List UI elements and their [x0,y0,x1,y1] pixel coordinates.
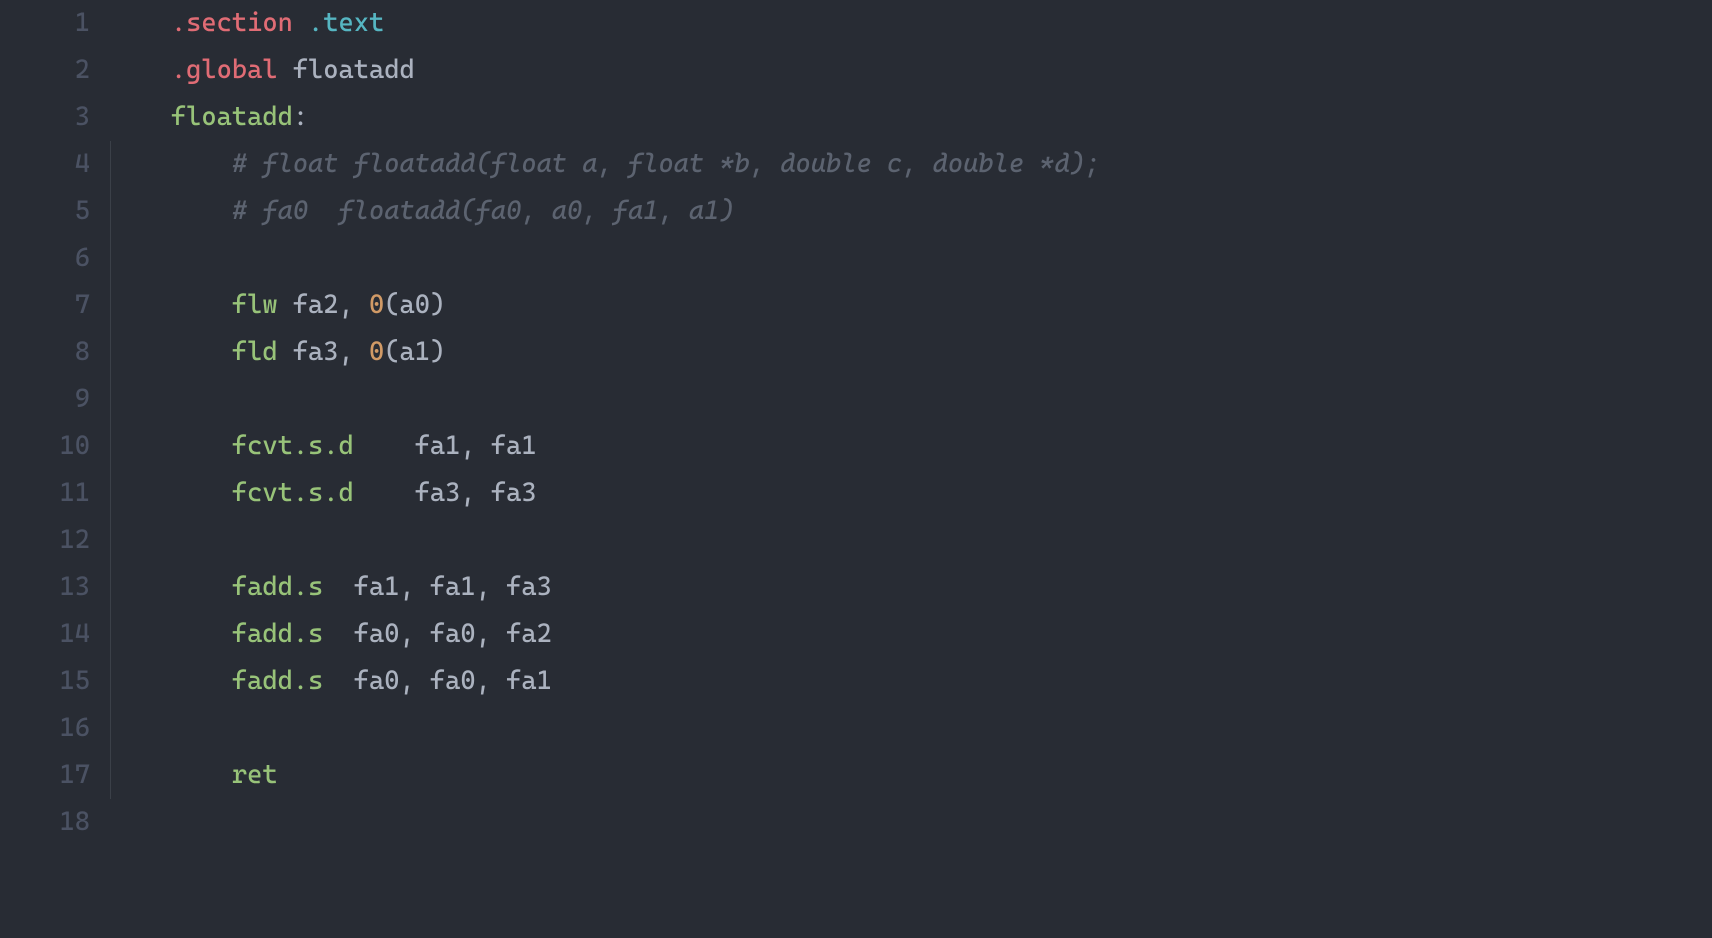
label-token: floatadd [171,102,293,132]
code-line-17[interactable]: ret [110,752,1712,799]
code-line-10[interactable]: fcvt.s.d fa1, fa1 [110,423,1712,470]
code-line-1[interactable]: .section .text [110,0,1712,47]
line-number: 1 [0,0,90,47]
instruction-token: ret [232,760,278,790]
code-line-4[interactable]: # float floatadd(float a, float *b, doub… [110,141,1712,188]
paren-token: ) [430,290,445,320]
code-line-9[interactable] [110,376,1712,423]
operand-token: fa1, fa1 [354,431,537,461]
code-line-14[interactable]: fadd.s fa0, fa0, fa2 [110,611,1712,658]
line-number-gutter: 1 2 3 4 5 6 7 8 9 10 11 12 13 14 15 16 1… [0,0,110,938]
code-line-15[interactable]: fadd.s fa0, fa0, fa1 [110,658,1712,705]
code-line-13[interactable]: fadd.s fa1, fa1, fa3 [110,564,1712,611]
line-number: 13 [0,564,90,611]
operand-token: fa2, [278,290,369,320]
instruction-token: fadd.s [232,666,323,696]
line-number: 6 [0,235,90,282]
register-token: a0 [399,290,429,320]
comment-token: # fa0 floatadd(fa0, a0, fa1, a1) [232,196,735,226]
directive-token: .section [171,8,293,38]
paren-token: ) [430,337,445,367]
paren-token: ( [384,290,399,320]
line-number: 18 [0,799,90,846]
code-line-16[interactable] [110,705,1712,752]
code-line-5[interactable]: # fa0 floatadd(fa0, a0, fa1, a1) [110,188,1712,235]
code-line-3[interactable]: floatadd: [110,94,1712,141]
code-line-11[interactable]: fcvt.s.d fa3, fa3 [110,470,1712,517]
operand-token: fa1, fa1, fa3 [323,572,552,602]
line-number: 10 [0,423,90,470]
line-number: 7 [0,282,90,329]
number-token: 0 [369,290,384,320]
operand-token: fa0, fa0, fa1 [323,666,552,696]
directive-token: .global [171,55,278,85]
operand-token: fa0, fa0, fa2 [323,619,552,649]
line-number: 12 [0,517,90,564]
line-number: 16 [0,705,90,752]
code-line-7[interactable]: flw fa2, 0(a0) [110,282,1712,329]
symbol-token: floatadd [278,55,415,85]
instruction-token: fcvt.s.d [232,478,354,508]
paren-token: ( [384,337,399,367]
line-number: 8 [0,329,90,376]
line-number: 4 [0,141,90,188]
instruction-token: flw [232,290,278,320]
code-line-6[interactable] [110,235,1712,282]
code-editor[interactable]: 1 2 3 4 5 6 7 8 9 10 11 12 13 14 15 16 1… [0,0,1712,938]
code-line-18[interactable] [110,799,1712,846]
instruction-token: fcvt.s.d [232,431,354,461]
line-number: 5 [0,188,90,235]
line-number: 15 [0,658,90,705]
code-content[interactable]: .section .text .global floatadd floatadd… [110,0,1712,938]
line-number: 3 [0,94,90,141]
code-line-12[interactable] [110,517,1712,564]
line-number: 14 [0,611,90,658]
instruction-token: fadd.s [232,572,323,602]
code-line-8[interactable]: fld fa3, 0(a1) [110,329,1712,376]
code-line-2[interactable]: .global floatadd [110,47,1712,94]
comment-token: # float floatadd(float a, float *b, doub… [232,149,1100,179]
line-number: 2 [0,47,90,94]
colon-token: : [293,102,308,132]
line-number: 9 [0,376,90,423]
section-token: .text [293,8,384,38]
register-token: a1 [399,337,429,367]
instruction-token: fadd.s [232,619,323,649]
instruction-token: fld [232,337,278,367]
line-number: 11 [0,470,90,517]
operand-token: fa3, fa3 [354,478,537,508]
number-token: 0 [369,337,384,367]
line-number: 17 [0,752,90,799]
operand-token: fa3, [278,337,369,367]
